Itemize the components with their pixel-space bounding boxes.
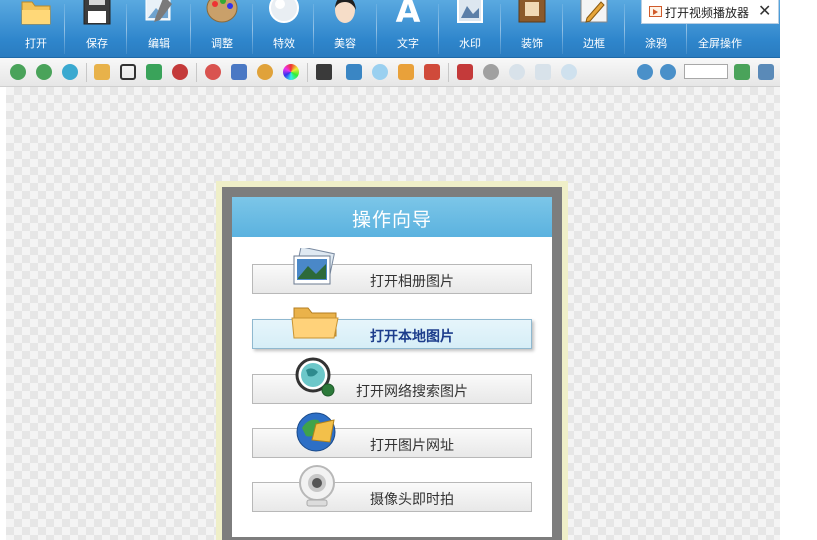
watermark-photo-icon <box>457 0 483 23</box>
color-wheel-icon[interactable] <box>283 64 299 80</box>
secondary-toolbar <box>0 58 780 87</box>
mask-icon[interactable] <box>483 64 499 80</box>
drop-icon[interactable] <box>509 64 525 80</box>
zoom-input[interactable] <box>684 64 728 79</box>
floppy-disk-icon <box>83 0 111 25</box>
ribbon-doodle-label: 涂鸦 <box>645 37 667 50</box>
undo-icon[interactable] <box>10 64 26 80</box>
ribbon-divider <box>64 4 65 54</box>
ribbon-divider <box>126 4 127 54</box>
sharpen-icon[interactable] <box>535 64 551 80</box>
blur-icon[interactable] <box>561 64 577 80</box>
face-icon <box>335 0 356 23</box>
ribbon-decorate-label: 装饰 <box>521 37 543 50</box>
magic-orb-icon <box>269 0 299 23</box>
frame-decoration-icon <box>518 0 546 23</box>
folder-icon <box>21 1 51 25</box>
picture-pen-icon <box>145 0 172 22</box>
rotate-icon[interactable] <box>146 64 162 80</box>
ribbon-adjust-button[interactable]: 调整 <box>194 0 250 57</box>
ribbon-watermark-label: 水印 <box>459 37 481 50</box>
text-small-icon[interactable] <box>316 64 332 80</box>
video-player-label: 打开视频播放器 <box>665 6 750 20</box>
webcam-capture-label: 摄像头即时拍 <box>370 492 454 508</box>
photo-frame-icon[interactable] <box>424 64 440 80</box>
levels-icon[interactable] <box>231 64 247 80</box>
ribbon-divider <box>624 4 625 54</box>
letter-a-icon: A <box>396 0 421 28</box>
ribbon-fullscreen-label: 全屏操作 <box>698 37 742 50</box>
ribbon-divider <box>376 4 377 54</box>
ribbon-save-label: 保存 <box>86 37 108 50</box>
refresh-icon[interactable] <box>62 64 78 80</box>
zoom-in-icon[interactable] <box>637 64 653 80</box>
toolbar-divider <box>196 63 197 82</box>
ribbon-edit-button[interactable]: 编辑 <box>131 0 187 57</box>
webcam-icon <box>299 465 335 507</box>
ribbon-decorate-button[interactable]: 装饰 <box>504 0 560 57</box>
actual-size-icon[interactable] <box>758 64 774 80</box>
pen-tool-icon[interactable] <box>457 64 473 80</box>
svg-text:A: A <box>396 0 421 28</box>
ribbon-effects-button[interactable]: 特效 <box>256 0 312 57</box>
hue-icon[interactable] <box>257 64 273 80</box>
video-player-icon <box>649 6 662 17</box>
open-small-icon[interactable] <box>94 64 110 80</box>
ribbon-open-button[interactable]: 打开 <box>8 0 64 57</box>
close-icon[interactable]: ✕ <box>758 1 771 20</box>
toolbar-divider <box>307 63 308 82</box>
dialog-title: 操作向导 <box>351 209 432 231</box>
ribbon-divider <box>190 4 191 54</box>
light-bulb-icon[interactable] <box>372 64 388 80</box>
toolbar-divider <box>86 63 87 82</box>
ribbon-edit-label: 编辑 <box>148 37 170 50</box>
flip-icon[interactable] <box>172 64 188 80</box>
border-pencil-icon <box>580 0 608 23</box>
ribbon-beauty-button[interactable]: 美容 <box>317 0 373 57</box>
redo-icon[interactable] <box>36 64 52 80</box>
ribbon-watermark-button[interactable]: 水印 <box>442 0 498 57</box>
photo-album-icon <box>293 248 335 285</box>
ribbon-divider <box>252 4 253 54</box>
ribbon-text-label: 文字 <box>397 37 419 50</box>
open-folder-icon <box>291 307 339 339</box>
ribbon-save-button[interactable]: 保存 <box>69 0 125 57</box>
ribbon-text-button[interactable]: A 文字 <box>380 0 436 57</box>
sparkle-icon[interactable] <box>398 64 414 80</box>
crop-icon[interactable] <box>120 64 136 80</box>
ribbon-open-label: 打开 <box>25 37 47 50</box>
main-ribbon: 打开 保存 编辑 调整 特效 美容 A 文字 水印 装饰 边框 涂鸦 全屏操作 … <box>0 0 780 58</box>
fit-window-icon[interactable] <box>734 64 750 80</box>
ribbon-adjust-label: 调整 <box>211 37 233 50</box>
globe-url-icon <box>296 412 336 452</box>
ribbon-effects-label: 特效 <box>273 37 295 50</box>
webcam-capture-button[interactable]: 摄像头即时拍 <box>252 482 532 512</box>
video-player-tag[interactable]: 打开视频播放器 ✕ <box>641 0 779 24</box>
ribbon-divider <box>500 4 501 54</box>
palette-icon <box>206 0 238 23</box>
ribbon-border-label: 边框 <box>583 37 605 50</box>
ribbon-beauty-label: 美容 <box>334 37 356 50</box>
zoom-out-icon[interactable] <box>660 64 676 80</box>
ribbon-border-button[interactable]: 边框 <box>566 0 622 57</box>
globe-search-icon <box>295 357 335 397</box>
color-balance-icon[interactable] <box>205 64 221 80</box>
layer-icon[interactable] <box>346 64 362 80</box>
toolbar-divider <box>448 63 449 82</box>
ribbon-divider <box>313 4 314 54</box>
image-editor-app: 打开 保存 编辑 调整 特效 美容 A 文字 水印 装饰 边框 涂鸦 全屏操作 … <box>0 0 780 540</box>
ribbon-divider <box>562 4 563 54</box>
ribbon-divider <box>438 4 439 54</box>
